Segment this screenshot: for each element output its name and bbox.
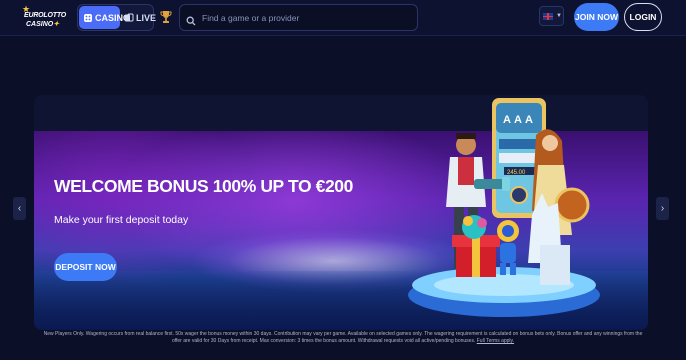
chevron-down-icon: ▼ bbox=[556, 13, 562, 19]
carousel-prev-button[interactable]: ‹ bbox=[13, 197, 26, 220]
tab-live-label: LIVE bbox=[136, 12, 157, 23]
deposit-now-button[interactable]: DEPOSIT NOW bbox=[54, 253, 117, 281]
banner-title: WELCOME BONUS 100% UP TO €200 bbox=[54, 176, 353, 196]
product-tabs: CASINO LIVE bbox=[77, 4, 157, 31]
top-header: ★ EUROLOTTO CASINO✦ CASINO LIVE ▼ JOIN N… bbox=[0, 0, 686, 36]
banner-illustration: A A A 245.00 bbox=[408, 98, 600, 317]
welcome-bonus-banner: WELCOME BONUS 100% UP TO €200 Make your … bbox=[34, 95, 648, 330]
terms-body: New Players Only. Wagering occurs from r… bbox=[43, 331, 643, 344]
casino-icon bbox=[83, 13, 93, 23]
logo-line2: CASINO✦ bbox=[26, 21, 60, 28]
slot-symbol-1: A bbox=[503, 114, 511, 126]
live-cards-icon bbox=[124, 13, 134, 23]
search-input[interactable] bbox=[202, 12, 412, 23]
uk-flag-icon bbox=[543, 12, 553, 20]
tab-live[interactable]: LIVE bbox=[121, 6, 157, 29]
banner-subtitle: Make your first deposit today bbox=[54, 214, 189, 226]
login-button[interactable]: LOGIN bbox=[624, 3, 662, 31]
slot-symbol-2: A bbox=[514, 114, 522, 126]
language-selector[interactable]: ▼ bbox=[539, 6, 564, 26]
trophy-icon[interactable] bbox=[160, 10, 172, 24]
logo-line1: EUROLOTTO bbox=[24, 12, 67, 19]
search-icon bbox=[186, 13, 196, 25]
carousel-next-button[interactable]: › bbox=[656, 197, 669, 220]
join-now-button[interactable]: JOIN NOW bbox=[574, 3, 619, 31]
full-terms-link[interactable]: Full Terms apply. bbox=[477, 338, 514, 344]
slot-amount: 245.00 bbox=[507, 170, 526, 176]
tab-casino[interactable]: CASINO bbox=[79, 6, 130, 29]
search-box[interactable] bbox=[179, 4, 418, 31]
terms-text: New Players Only. Wagering occurs from r… bbox=[40, 331, 646, 345]
slot-symbol-3: A bbox=[525, 114, 533, 126]
eurolotto-casino-logo[interactable]: ★ EUROLOTTO CASINO✦ bbox=[20, 4, 66, 32]
robot-icon bbox=[497, 220, 519, 275]
